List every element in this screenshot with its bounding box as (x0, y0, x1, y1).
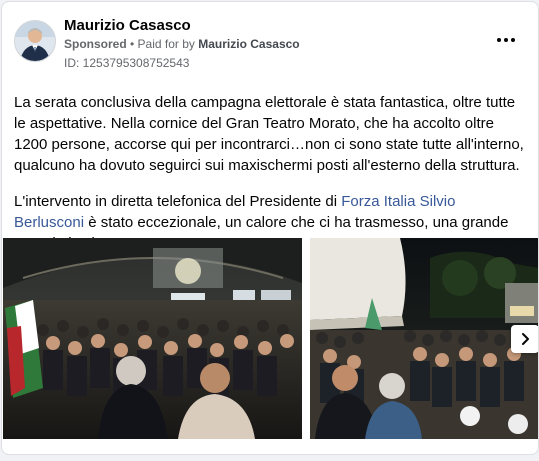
carousel-photo-1[interactable] (3, 238, 302, 439)
author-name[interactable]: Maurizio Casasco (64, 17, 191, 34)
carousel-photo-2[interactable] (310, 238, 538, 439)
sponsored-meta: Sponsored • Paid for by Maurizio Casasco (64, 37, 300, 51)
sponsored-label: Sponsored (64, 37, 127, 51)
paid-for-prefix: Paid for by (137, 37, 199, 51)
payer-name: Maurizio Casasco (198, 37, 300, 51)
author-avatar[interactable] (14, 20, 56, 62)
post-paragraph-1: La serata conclusiva della campagna elet… (14, 94, 524, 174)
ad-id: ID: 1253795308752543 (64, 56, 190, 70)
link-forza-italia[interactable]: Forza Italia (341, 193, 415, 210)
sponsored-post-card: Maurizio Casasco Sponsored • Paid for by… (1, 1, 539, 455)
chevron-right-icon (522, 333, 529, 345)
more-options-button[interactable] (494, 30, 518, 50)
post-body: La serata conclusiva della campagna elet… (14, 92, 524, 254)
meta-separator: • (126, 37, 138, 51)
photo-carousel (3, 238, 538, 439)
carousel-next-button[interactable] (511, 325, 538, 353)
more-options-icon (497, 38, 501, 42)
